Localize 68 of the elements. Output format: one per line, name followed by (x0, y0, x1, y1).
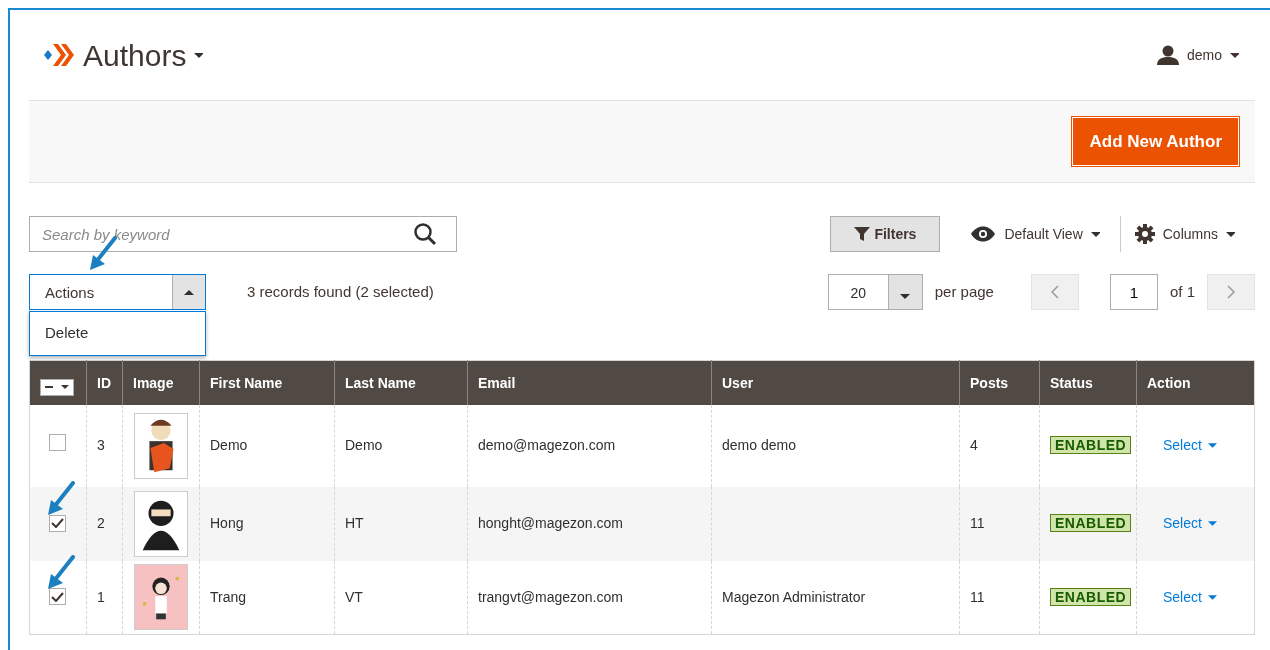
per-page-label: per page (934, 281, 994, 302)
caret-icon (1090, 231, 1100, 237)
first-name-cell: Trang (210, 588, 247, 605)
row-checkbox[interactable] (49, 588, 66, 606)
user-menu[interactable]: demo (1150, 43, 1245, 67)
row-checkbox[interactable] (49, 514, 66, 532)
caret-icon (1230, 52, 1239, 58)
column-header[interactable]: Status (1039, 360, 1137, 405)
column-header[interactable]: Email (467, 360, 712, 405)
annotation-arrow (46, 480, 76, 517)
column-header[interactable]: First Name (199, 360, 335, 405)
page-title: Authors (83, 37, 187, 74)
caret-icon[interactable] (61, 385, 69, 389)
default-view-menu[interactable]: Default View (964, 222, 1106, 246)
column-header[interactable]: Image (122, 360, 200, 405)
add-new-author-button[interactable]: Add New Author (1071, 115, 1240, 168)
user-cell: demo demo (722, 437, 796, 453)
last-name-cell: HT (345, 515, 364, 531)
search-field[interactable]: Search by keyword (29, 216, 457, 252)
last-name-cell: Demo (345, 437, 383, 453)
user-cell: Magezon Administrator (722, 588, 866, 605)
logo-icon (43, 42, 75, 68)
column-header[interactable]: Last Name (334, 360, 468, 405)
column-header[interactable]: Posts (959, 360, 1040, 405)
settings-icon (1134, 224, 1155, 244)
select-menu[interactable]: Select (1157, 434, 1223, 457)
caret-icon (1226, 231, 1235, 237)
minus-icon (45, 386, 53, 388)
actions-dropdown[interactable]: Actions (29, 274, 206, 310)
filter-icon (854, 226, 871, 242)
row-checkbox[interactable] (49, 434, 66, 451)
page-count: of 1 (1169, 281, 1195, 302)
select-menu[interactable]: Select (1157, 512, 1223, 535)
status-label: ENABLED (1050, 587, 1132, 606)
last-name-cell: VT (345, 588, 363, 605)
page-input[interactable]: 1 (1109, 274, 1158, 310)
id-cell: 3 (97, 437, 105, 453)
select-menu[interactable]: Select (1157, 585, 1223, 609)
filters-button[interactable]: Filters (830, 216, 941, 252)
first-name-cell: Demo (210, 437, 248, 453)
chevron-right-icon (1227, 285, 1235, 299)
email-cell: demo@magezon.com (478, 437, 616, 453)
email-cell: honght@magezon.com (478, 515, 623, 531)
id-cell: 1 (97, 588, 105, 605)
posts-cell: 4 (970, 437, 978, 453)
posts-cell: 11 (970, 515, 985, 531)
column-header[interactable]: Action (1136, 360, 1255, 405)
caret-up-icon (184, 289, 194, 295)
status-label: ENABLED (1050, 436, 1132, 454)
column-header[interactable]: ID (86, 360, 123, 405)
per-page-select[interactable]: 20 (827, 274, 923, 310)
posts-cell: 11 (970, 588, 985, 605)
menu-item[interactable]: Delete (30, 312, 205, 355)
chevron-left-icon (1050, 285, 1059, 299)
annotation-arrow (46, 554, 76, 591)
search-icon (413, 222, 437, 246)
first-name-cell: Hong (210, 515, 244, 531)
columns-menu[interactable]: Columns (1128, 222, 1241, 246)
caret-down-icon (900, 293, 911, 299)
email-cell: trangvt@magezon.com (478, 588, 623, 605)
eye-icon (970, 226, 997, 242)
column-header[interactable]: User (711, 360, 960, 405)
caret-icon[interactable] (194, 52, 204, 58)
user-icon (1156, 45, 1179, 65)
records-count: 3 records found (2 selected) (247, 281, 434, 302)
status-label: ENABLED (1050, 514, 1132, 532)
mass-select-checkbox[interactable] (40, 378, 74, 396)
id-cell: 2 (97, 515, 105, 531)
